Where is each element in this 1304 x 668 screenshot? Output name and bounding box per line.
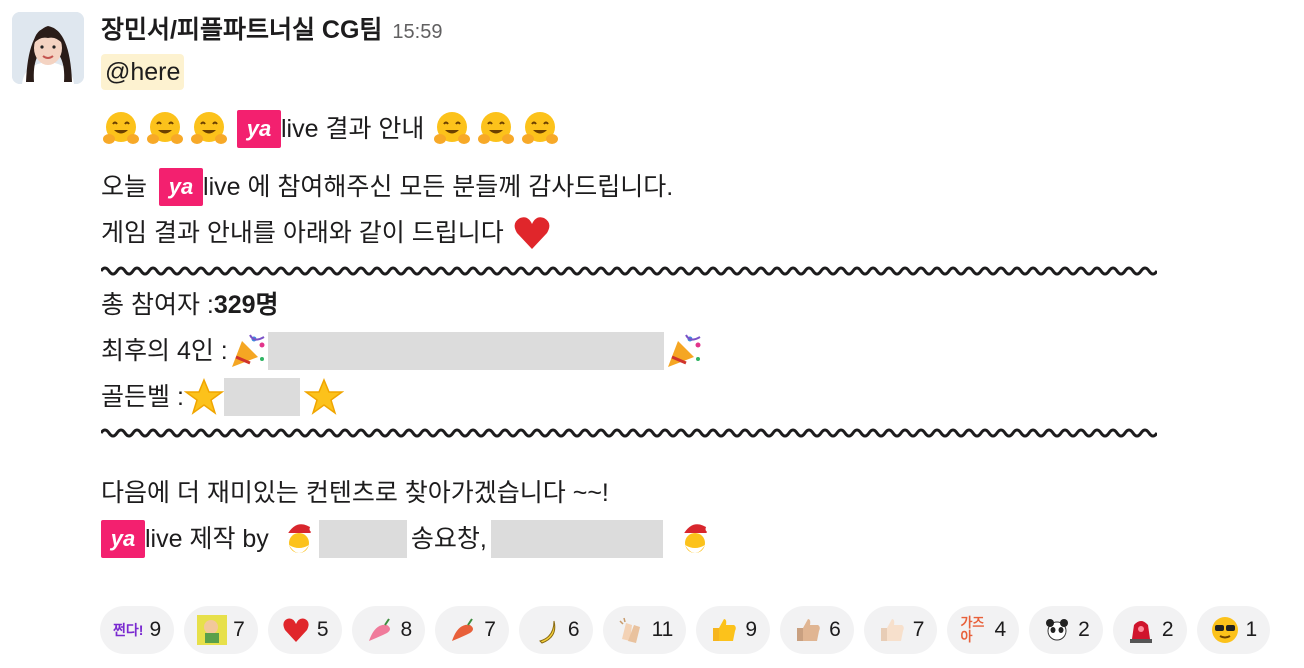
heart-icon	[281, 615, 311, 645]
thumbs-up-light-icon	[877, 615, 907, 645]
ya-logo-icon: ya	[101, 520, 145, 558]
credit-comma: ,	[479, 525, 487, 553]
reaction-count: 7	[484, 618, 496, 641]
reaction-count: 6	[567, 618, 580, 641]
timestamp[interactable]: 15:59	[392, 21, 442, 44]
here-mention[interactable]: @here	[101, 54, 185, 90]
credit-text: live 제작 by	[145, 525, 269, 553]
gazua-text-icon: 가즈아	[960, 615, 985, 644]
reaction-count: 1	[1245, 618, 1258, 641]
pink-pepper-icon	[365, 615, 395, 645]
closing-text: 다음에 더 재미있는 컨텐츠로 찾아가겠습니다 ~~!	[101, 479, 609, 507]
santa-icon	[675, 519, 715, 559]
reaction-count: 7	[912, 618, 925, 641]
reaction-count: 9	[149, 618, 162, 641]
red-heart-icon	[512, 213, 552, 253]
reaction-heart[interactable]: 5	[267, 606, 342, 654]
hugging-face-icon	[189, 109, 229, 149]
reaction-thumbs-up-medium[interactable]: 6	[780, 606, 854, 654]
reaction-panda[interactable]: 2	[1029, 606, 1103, 654]
redacted-names-final-four	[267, 332, 664, 370]
hugging-face-icon	[432, 109, 472, 149]
wavy-divider	[101, 266, 1157, 276]
ya-logo-icon: ya	[159, 168, 204, 206]
guide-line: 게임 결과 안내를 아래와 같이 드립니다	[101, 210, 1291, 256]
thumbs-up-icon	[709, 615, 739, 645]
character-icon	[197, 615, 228, 645]
reaction-gazua[interactable]: 가즈아 4	[947, 606, 1020, 654]
redacted-name-credit-1	[318, 520, 407, 558]
panda-icon	[1042, 615, 1072, 645]
ya-logo-icon: ya	[237, 110, 281, 148]
reaction-count: 11	[651, 618, 674, 641]
clap-icon	[616, 615, 646, 645]
final-four-label: 최후의 4인 :	[101, 337, 228, 365]
redacted-name-goldenbell	[223, 378, 300, 416]
reaction-count: 5	[316, 618, 329, 641]
sunglasses-icon	[1210, 615, 1240, 645]
title-text: live 결과 안내	[281, 115, 425, 143]
reaction-count: 9	[745, 618, 758, 641]
reaction-thumbs-up[interactable]: 9	[696, 606, 771, 654]
sender-name[interactable]: 장민서/피플파트너실 CG팀	[101, 8, 382, 52]
goldenbell-line: 골든벨 :	[101, 374, 1291, 420]
total-participants-line: 총 참여자 : 329명	[101, 282, 1291, 328]
star-icon	[303, 377, 344, 417]
jjeonda-text-icon: 쩐다!	[113, 622, 144, 638]
reaction-thumbs-up-light[interactable]: 7	[863, 606, 938, 654]
final-four-line: 최후의 4인 :	[101, 328, 1291, 374]
reaction-count: 7	[233, 618, 245, 641]
avatar[interactable]	[12, 12, 84, 84]
closing-line: 다음에 더 재미있는 컨텐츠로 찾아가겠습니다 ~~!	[101, 470, 1291, 516]
reaction-pepper[interactable]: 7	[435, 606, 509, 654]
goldenbell-label: 골든벨 :	[101, 383, 184, 411]
pepper-icon	[448, 615, 478, 645]
message: 장민서/피플파트너실 CG팀 15:59 @here ya live 결과 안내…	[101, 8, 1291, 562]
thanks-line: 오늘 ya live 에 참여해주신 모든 분들께 감사드립니다.	[101, 164, 1291, 210]
reaction-jjeonda[interactable]: 쩐다! 9	[100, 606, 175, 654]
reaction-siren[interactable]: 2	[1112, 606, 1187, 654]
title-line: ya live 결과 안내	[101, 106, 1291, 152]
reaction-count: 2	[1078, 618, 1090, 641]
party-popper-icon	[228, 331, 268, 371]
credit-name: 송요창	[410, 525, 480, 553]
wavy-divider	[101, 428, 1157, 438]
reaction-count: 4	[994, 618, 1007, 641]
reaction-clap[interactable]: 11	[602, 606, 687, 654]
banana-icon	[532, 615, 562, 645]
credit-line: ya live 제작 by 송요창 ,	[101, 516, 1291, 562]
reaction-banana[interactable]: 6	[518, 606, 593, 654]
reaction-character[interactable]: 7	[184, 606, 258, 654]
reaction-sunglasses[interactable]: 1	[1196, 606, 1271, 654]
star-icon	[183, 377, 224, 417]
santa-icon	[279, 519, 319, 559]
hugging-face-icon	[145, 109, 185, 149]
reaction-count: 8	[400, 618, 413, 641]
guide-text: 게임 결과 안내를 아래와 같이 드립니다	[101, 219, 504, 247]
reaction-pink-pepper[interactable]: 8	[351, 606, 426, 654]
hugging-face-icon	[101, 109, 141, 149]
siren-icon	[1126, 615, 1156, 645]
party-popper-icon	[664, 331, 704, 371]
reaction-count: 2	[1161, 618, 1174, 641]
thanks-text-a: 오늘	[101, 173, 148, 201]
redacted-name-credit-2	[490, 520, 663, 558]
hugging-face-icon	[476, 109, 516, 149]
thanks-text-b: live 에 참여해주신 모든 분들께 감사드립니다.	[203, 173, 674, 201]
reaction-bar: 쩐다! 9 7 5 8 7 6 11 9 6 7 가즈아 4 2 2 1	[100, 606, 1271, 654]
total-label: 총 참여자 :	[101, 291, 214, 319]
total-value: 329명	[213, 291, 279, 319]
thumbs-up-medium-icon	[793, 615, 823, 645]
reaction-count: 6	[829, 618, 841, 641]
message-header: 장민서/피플파트너실 CG팀 15:59	[101, 8, 1291, 52]
hugging-face-icon	[520, 109, 560, 149]
